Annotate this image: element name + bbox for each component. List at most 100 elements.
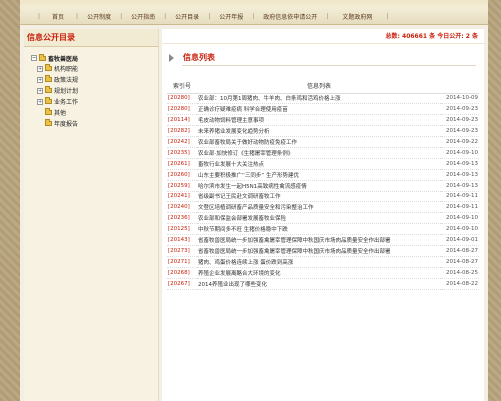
nav-disclosure-guide[interactable]: 公开指南 [122,12,164,21]
row-date: 2014-09-13 [441,169,479,181]
tree-item-label: 其他 [54,110,67,117]
table-row: [20143] 省畜牧兽医局统一步加强畜禽屠宰管理保障中秋国庆市场肉品质量安全作出… [167,234,479,246]
row-index[interactable]: [20240] [167,201,197,214]
row-index[interactable]: [20273] [167,245,197,257]
tree-item-other[interactable]: + 其他 [31,107,158,118]
nav-home[interactable]: 首页 [40,12,76,21]
row-index[interactable]: [20268] [167,267,197,279]
row-date: 2014-08-25 [441,267,479,279]
row-index[interactable]: [20280] [167,93,197,105]
row-index[interactable]: [20143] [167,234,197,246]
row-date: 2014-09-11 [441,191,479,203]
tree-item-regulations[interactable]: + 政策法规 [31,74,158,85]
nav-request-disclosure[interactable]: 政府信息依申请公开 [254,12,326,21]
row-index[interactable]: [20114] [167,114,197,127]
collapse-icon[interactable]: − [31,55,37,61]
row-date: 2014-09-23 [441,125,479,138]
catalog-tree: − 畜牧兽医局 + 机构职能 + 政策法规 + 规划计划 + 业务工作 其他 年… [24,47,158,129]
column-header-index: 索引号 [167,79,197,94]
table-row: [20280] 农业部：10月第1周猪肉、牛羊肉、白条鸡和活鸡价格上涨 2014-1… [167,93,479,105]
row-title-link[interactable]: 省级副书记王民赴文调研畜牧工作 [197,191,441,203]
nav-disclosure-system[interactable]: 公开制度 [78,12,120,21]
folder-icon [45,108,52,115]
table-row: [20267] 2014养殖业出现了哪些变化 2014-08-22 [167,278,479,290]
tree-item-business[interactable]: + 业务工作 [31,96,158,107]
row-index[interactable]: [20280] [167,103,197,116]
tree-root[interactable]: − 畜牧兽医局 [31,53,158,63]
row-title-link[interactable]: 农业部：10月第1周猪肉、牛羊肉、白条鸡和活鸡价格上涨 [197,93,441,105]
row-index[interactable]: [20236] [167,212,197,225]
tree-item-functions[interactable]: + 机构职能 [31,63,158,74]
row-title-link[interactable]: 省畜牧兽医局统一步加强畜禽屠宰管理保障中秋国庆市场肉品质量安全作出部署 [197,234,441,246]
row-index[interactable]: [20271] [167,256,197,268]
row-title-link[interactable]: 正确诊疗疑难疫病 科学合理使用疫苗 [197,103,441,116]
right-panel: 总数: 406661 条 今日公开: 2 条 信息列表 索引号 信息列表 [20… [162,29,484,401]
table-header-row: 索引号 信息列表 [167,79,479,94]
row-title-link[interactable]: 农业部·加快修订《生猪屠宰管理条例》 [197,147,441,159]
row-title-link[interactable]: 畜牧行业发展十大关注热点 [197,158,441,170]
row-date: 2014-09-01 [441,234,479,246]
tree-item-annual[interactable]: + 年度报告 [31,118,158,129]
table-row: [20259] 哈尔滨市发生一起H5N1高致病性禽流感疫情 2014-09-13 [167,180,479,192]
tree-item-label: 机构职能 [54,66,79,73]
row-title-link[interactable]: 省畜牧兽医局统一步加强畜禽屠宰管理保障中秋国庆市场肉品质量安全作出部署 [197,245,441,257]
row-date: 2014-09-11 [441,201,479,214]
table-row: [20268] 养殖企业发展离酪合大环境的变化 2014-08-25 [167,267,479,279]
folder-icon [45,75,52,82]
column-header-name: 信息列表 [197,79,441,94]
expand-icon[interactable]: + [37,98,43,105]
main-frame: | 首页 | 公开制度 | 公开指南 | 公开目录 | 公开年报 | 政府信息依… [20,0,488,401]
row-title-link[interactable]: 猪肉、鸡蛋价格连续上涨 蛋价跌到高涨 [197,256,441,268]
row-title-link[interactable]: 山东主要积极推广“三同步” 生产形势建优 [197,169,441,181]
table-row: [20235] 农业部·加快修订《生猪屠宰管理条例》 2014-09-10 [167,147,479,159]
top-strip [20,0,488,8]
tree-item-label: 规划计划 [54,88,79,95]
nav-annual-report[interactable]: 公开年报 [210,12,252,21]
table-row: [20273] 省畜牧兽医局统一步加强畜禽屠宰管理保障中秋国庆市场肉品质量安全作出… [167,245,479,257]
list-header: 信息列表 [162,50,484,68]
list-title: 信息列表 [183,53,215,62]
table-row: [20240] 文登区培植调研畜产品质量安全和污染整治工作 2014-09-11 [167,201,479,214]
row-index[interactable]: [20125] [167,223,197,236]
nav-government-site[interactable]: 文题政府网 [328,12,386,21]
row-index[interactable]: [20267] [167,278,197,290]
expand-icon[interactable]: + [37,76,43,83]
left-panel-title: 信息公开目录 [24,29,158,47]
row-date: 2014-09-22 [441,136,479,148]
stats-bar: 总数: 406661 条 今日公开: 2 条 [162,29,484,44]
row-title-link[interactable]: 养殖企业发展离酪合大环境的变化 [197,267,441,279]
tree-item-label: 业务工作 [54,99,79,106]
row-title-link[interactable]: 中秋节期间多不旺 生猪价格稳中下跌 [197,223,441,236]
table-row: [20280] 正确诊疗疑难疫病 科学合理使用疫苗 2014-09-23 [167,103,479,116]
row-index[interactable]: [20282] [167,125,197,138]
row-index[interactable]: [20261] [167,158,197,170]
nav-disclosure-catalog[interactable]: 公开目录 [166,12,208,21]
table-row: [20271] 猪肉、鸡蛋价格连续上涨 蛋价跌到高涨 2014-08-27 [167,256,479,268]
tree-item-plans[interactable]: + 规划计划 [31,85,158,96]
row-index[interactable]: [20259] [167,180,197,192]
folder-icon [45,119,52,126]
tree-item-label: 年度报告 [54,121,79,128]
row-title-link[interactable]: 农业部畜牧局关于做好动物防疫免疫工作 [197,136,441,148]
expand-icon[interactable]: + [37,65,43,72]
row-index[interactable]: [20241] [167,191,197,203]
table-row: [20282] 未来养猪业发展变化趋势分析 2014-09-23 [167,125,479,138]
row-title-link[interactable]: 未来养猪业发展变化趋势分析 [197,125,441,138]
row-title-link[interactable]: 文登区培植调研畜产品质量安全和污染整治工作 [197,201,441,214]
table-row: [20242] 农业部畜牧局关于做好动物防疫免疫工作 2014-09-22 [167,136,479,148]
row-index[interactable]: [20242] [167,136,197,148]
row-title-link[interactable]: 哈尔滨市发生一起H5N1高致病性禽流感疫情 [197,180,441,192]
row-title-link[interactable]: 2014养殖业出现了哪些变化 [197,278,441,290]
row-date: 2014-10-09 [441,93,479,105]
left-panel: 信息公开目录 − 畜牧兽医局 + 机构职能 + 政策法规 + 规划计划 + 业务… [24,29,159,401]
row-date: 2014-09-23 [441,114,479,127]
row-index[interactable]: [20260] [167,169,197,181]
table-row: [20114] 毛皮动物饲料管理主意事项 2014-09-23 [167,114,479,127]
table-body: [20280] 农业部：10月第1周猪肉、牛羊肉、白条鸡和活鸡价格上涨 2014-1… [167,93,479,290]
expand-icon[interactable]: + [37,87,43,94]
row-title-link[interactable]: 毛皮动物饲料管理主意事项 [197,114,441,127]
tree-item-label: 政策法规 [54,77,79,84]
row-title-link[interactable]: 农业部和保监会部署发展畜牧业保险 [197,212,441,225]
row-date: 2014-09-10 [441,147,479,159]
row-index[interactable]: [20235] [167,147,197,159]
